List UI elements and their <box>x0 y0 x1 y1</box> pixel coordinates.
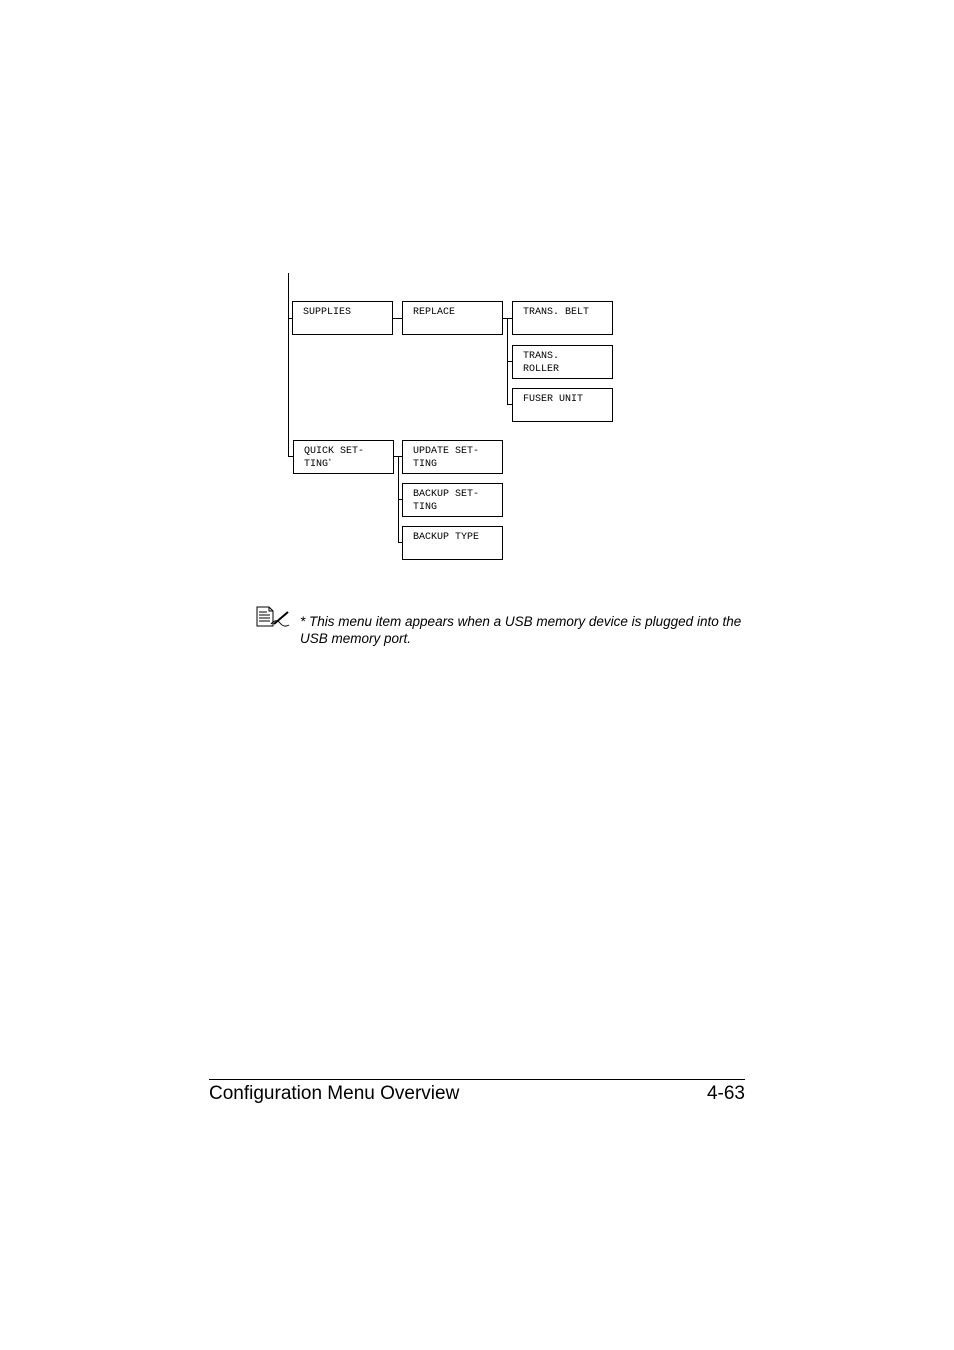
footer-page-number: 4-63 <box>706 1083 745 1104</box>
menu-box-backup-setting: BACKUP SET- TING <box>402 483 503 517</box>
footer-rule <box>209 1079 745 1080</box>
tree-trunk-line <box>288 273 289 457</box>
quick-setting-label: QUICK SET- TING <box>304 446 365 470</box>
menu-box-quick-setting: QUICK SET- TING* <box>293 440 394 474</box>
menu-box-update-setting: UPDATE SET- TING <box>402 440 503 474</box>
menu-box-trans-roller: TRANS. ROLLER <box>512 345 613 379</box>
menu-box-replace: REPLACE <box>402 301 503 335</box>
menu-box-fuser-unit: FUSER UNIT <box>512 388 613 422</box>
connector-supplies-replace <box>392 318 402 319</box>
menu-box-trans-belt: TRANS. BELT <box>512 301 613 335</box>
menu-box-backup-type: BACKUP TYPE <box>402 526 503 560</box>
menu-box-supplies: SUPPLIES <box>292 301 393 335</box>
note-text: * This menu item appears when a USB memo… <box>300 614 742 646</box>
note-pencil-icon <box>256 606 290 627</box>
footnote-marker: * <box>328 458 332 465</box>
footer-section-title: Configuration Menu Overview <box>209 1083 460 1104</box>
